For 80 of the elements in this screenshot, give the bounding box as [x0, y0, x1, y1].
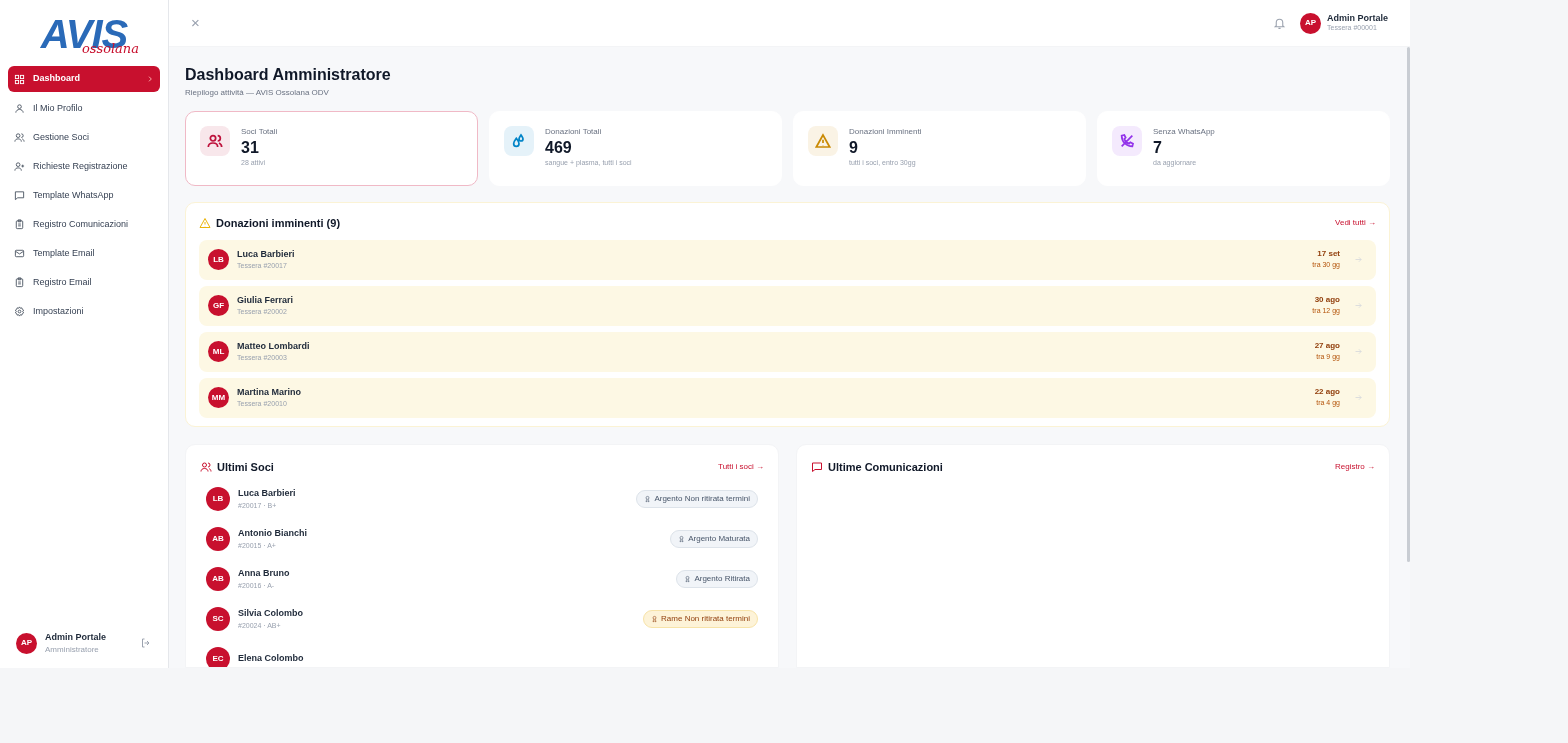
medal-icon: [651, 615, 659, 623]
user-avatar[interactable]: AP: [1300, 12, 1321, 34]
member-avatar: SC: [206, 607, 230, 631]
view-all-link[interactable]: Vedi tutti →: [1335, 217, 1376, 230]
donation-date: 30 ago: [1314, 294, 1340, 307]
grid-icon: [14, 73, 25, 85]
mail-icon: [14, 248, 25, 259]
page-title: Dashboard Amministratore: [185, 65, 392, 85]
member-name: Silvia Colombo: [238, 607, 303, 620]
all-members-link[interactable]: Tutti i soci →: [718, 460, 764, 473]
users-icon: [200, 460, 212, 473]
section-title: Ultime Comunicazioni: [828, 459, 943, 475]
stat-value: 9: [849, 138, 859, 158]
award-badge: Argento Non ritirata termini: [636, 490, 758, 508]
medal-icon: [644, 495, 652, 503]
section-title: Ultimi Soci: [217, 459, 274, 475]
award-badge: Rame Non ritirata termini: [643, 610, 758, 628]
stat-label: Donazioni Totali: [545, 126, 603, 138]
chevron-icon: [146, 75, 154, 83]
medal-icon: [678, 535, 686, 543]
member-avatar: ML: [208, 341, 229, 362]
member-name: Giulia Ferrari: [237, 293, 294, 307]
member-avatar: EC: [206, 647, 230, 667]
section-title: Donazioni imminenti (9): [216, 216, 341, 231]
member-name: Antonio Bianchi: [238, 527, 307, 540]
page-subtitle: Riepilogo attività — AVIS Ossolana ODV: [185, 87, 330, 99]
member-name: Martina Marino: [237, 385, 301, 399]
donation-date: 22 ago: [1314, 386, 1340, 399]
nav-item[interactable]: Il Mio Profilo: [8, 96, 160, 121]
chat-icon: [811, 460, 823, 473]
nav-item[interactable]: Template Email: [8, 241, 160, 266]
member-avatar: AB: [206, 567, 230, 591]
nav-item[interactable]: Dashboard: [8, 66, 160, 92]
member-avatar: LB: [206, 487, 230, 511]
stat-label: Soci Totali: [241, 126, 278, 138]
member-avatar: AB: [206, 527, 230, 551]
user-icon: [14, 103, 25, 114]
users-icon: [14, 132, 25, 143]
add-user-icon: [14, 161, 25, 172]
registry-link[interactable]: Registro →: [1335, 460, 1375, 473]
award-badge: Argento Ritirata: [676, 570, 758, 588]
member-avatar: MM: [208, 387, 229, 408]
member-name: Luca Barbieri: [237, 247, 295, 261]
donation-date: 17 set: [1317, 248, 1340, 261]
nav-item[interactable]: Registro Email: [8, 270, 160, 295]
clipboard-icon: [14, 219, 25, 230]
user-name: Admin Portale: [45, 630, 107, 644]
member-avatar: GF: [208, 295, 229, 316]
member-name: Elena Colombo: [238, 652, 304, 666]
arrow-icon: [1354, 393, 1363, 402]
scrollbar[interactable]: [1407, 47, 1410, 562]
member-name: Luca Barbieri: [238, 487, 296, 500]
logout-icon[interactable]: [140, 637, 152, 650]
stat-value: 7: [1153, 138, 1163, 158]
member-name: Matteo Lombardi: [237, 339, 310, 353]
stat-label: Donazioni Imminenti: [849, 126, 922, 138]
medal-icon: [684, 575, 692, 583]
chat-icon: [14, 190, 25, 201]
nav-item[interactable]: Gestione Soci: [8, 125, 160, 150]
award-badge: Argento Maturata: [670, 530, 758, 548]
nav-item[interactable]: Registro Comunicazioni: [8, 212, 160, 237]
nav-item[interactable]: Template WhatsApp: [8, 183, 160, 208]
stat-value: 31: [241, 138, 260, 158]
gear-icon: [14, 306, 25, 317]
member-avatar: LB: [208, 249, 229, 270]
nav-item[interactable]: Richieste Registrazione: [8, 154, 160, 179]
donation-date: 27 ago: [1314, 340, 1340, 353]
user-avatar: AP: [16, 632, 37, 654]
stat-label: Senza WhatsApp: [1153, 126, 1215, 138]
arrow-icon: [1354, 347, 1363, 356]
user-name: Admin Portale: [1327, 13, 1388, 25]
arrow-icon: [1354, 301, 1363, 310]
clipboard-icon: [14, 277, 25, 288]
stat-value: 469: [545, 138, 573, 158]
member-name: Anna Bruno: [238, 567, 290, 580]
warning-icon: [199, 217, 211, 230]
bell-icon[interactable]: [1273, 16, 1286, 30]
nav-item[interactable]: Impostazioni: [8, 299, 160, 324]
arrow-icon: [1354, 255, 1363, 264]
user-role: Amministratore: [45, 644, 100, 656]
